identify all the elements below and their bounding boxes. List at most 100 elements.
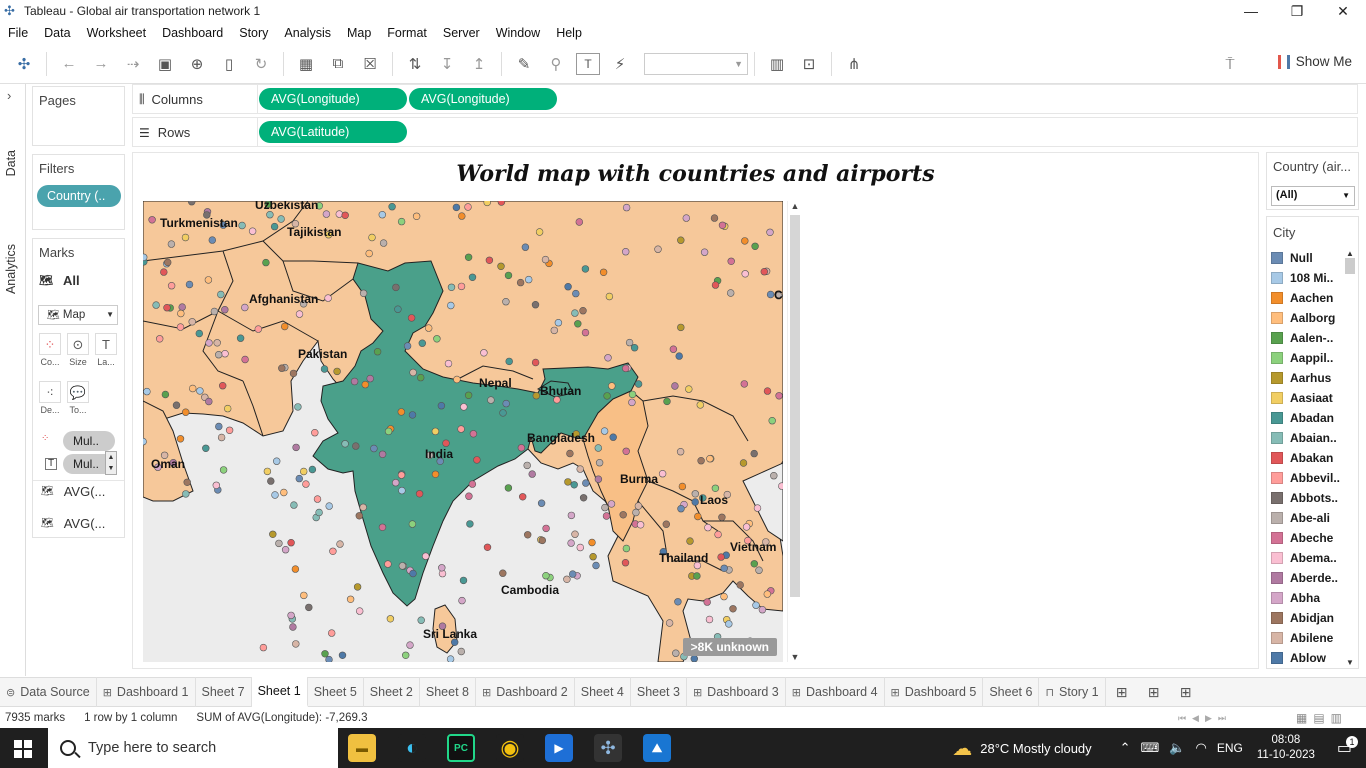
- scroll-up-icon[interactable]: ▲: [1344, 249, 1356, 258]
- airport-dot[interactable]: [654, 245, 662, 253]
- airport-dot[interactable]: [392, 283, 400, 292]
- marks-layer-2[interactable]: 🗺 AVG(...: [41, 516, 105, 531]
- color-field-pill[interactable]: Mul..: [63, 431, 115, 451]
- airport-dot[interactable]: [487, 396, 495, 404]
- new-dashboard-icon[interactable]: ⊞: [1138, 684, 1170, 701]
- airport-dot[interactable]: [582, 479, 590, 487]
- airport-dot[interactable]: [188, 318, 196, 326]
- airport-dot[interactable]: [378, 210, 387, 219]
- airport-dot[interactable]: [727, 257, 735, 265]
- airport-dot[interactable]: [406, 641, 414, 649]
- airport-dot[interactable]: [431, 470, 440, 478]
- airport-dot[interactable]: [685, 385, 693, 393]
- airport-dot[interactable]: [458, 212, 466, 220]
- airport-dot[interactable]: [671, 382, 679, 390]
- sheet-nav-arrows-icon[interactable]: ⏮◀▶⏭: [1178, 713, 1232, 724]
- sheet-tab[interactable]: Sheet 2: [364, 677, 420, 707]
- airport-dot[interactable]: [755, 566, 763, 574]
- airport-dot[interactable]: [266, 210, 274, 219]
- airport-dot[interactable]: [163, 303, 171, 312]
- airport-dot[interactable]: [394, 305, 402, 313]
- airport-dot[interactable]: [678, 482, 687, 491]
- airport-dot[interactable]: [378, 450, 387, 459]
- legend-scroll-thumb[interactable]: [1345, 258, 1355, 274]
- menu-story[interactable]: Story: [231, 26, 276, 40]
- columns-pill-longitude-1[interactable]: AVG(Longitude): [259, 88, 407, 110]
- airport-dot[interactable]: [214, 351, 223, 359]
- menu-analysis[interactable]: Analysis: [276, 26, 339, 40]
- sort-descending-icon[interactable]: ↥: [467, 50, 491, 78]
- airport-dot[interactable]: [386, 615, 395, 623]
- sheet-tab[interactable]: Sheet 1: [251, 677, 308, 707]
- airport-dot[interactable]: [542, 572, 550, 580]
- airport-dot[interactable]: [499, 409, 507, 417]
- airport-dot[interactable]: [442, 439, 450, 447]
- airport-dot[interactable]: [750, 560, 758, 568]
- airport-dot[interactable]: [480, 349, 488, 357]
- highlight-icon[interactable]: ✎: [512, 50, 536, 78]
- airport-dot[interactable]: [291, 565, 300, 573]
- airport-dot[interactable]: [739, 459, 748, 467]
- airport-dot[interactable]: [182, 490, 190, 498]
- airport-dot[interactable]: [504, 271, 513, 280]
- marks-scrollbar[interactable]: ▲ ▼: [105, 451, 117, 475]
- airport-dot[interactable]: [213, 339, 221, 347]
- redo-icon[interactable]: →: [89, 50, 113, 78]
- wifi-icon[interactable]: ◠: [1196, 740, 1207, 756]
- menu-data[interactable]: Data: [36, 26, 78, 40]
- airport-dot[interactable]: [156, 335, 164, 343]
- airport-dot[interactable]: [167, 240, 176, 248]
- airport-dot[interactable]: [458, 596, 466, 605]
- new-datasource-icon[interactable]: ⊕: [185, 50, 209, 78]
- airport-dot[interactable]: [248, 227, 257, 235]
- share-icon[interactable]: ⋔: [842, 50, 866, 78]
- airport-dot[interactable]: [622, 364, 630, 373]
- airport-dot[interactable]: [519, 493, 527, 501]
- airport-dot[interactable]: [164, 258, 172, 267]
- airport-dot[interactable]: [223, 404, 232, 413]
- airport-dot[interactable]: [294, 403, 302, 411]
- airport-dot[interactable]: [718, 221, 727, 229]
- sheet-tab[interactable]: Sheet 4: [575, 677, 631, 707]
- undo-icon[interactable]: ←: [57, 50, 81, 78]
- airport-dot[interactable]: [753, 504, 762, 512]
- mark-type-dropdown[interactable]: 🗺 Map ▼: [38, 305, 118, 325]
- airport-dot[interactable]: [607, 500, 616, 508]
- airport-dot[interactable]: [202, 444, 210, 453]
- airport-dot[interactable]: [538, 536, 546, 545]
- airport-dot[interactable]: [221, 305, 229, 314]
- airport-dot[interactable]: [388, 202, 396, 211]
- airport-dot[interactable]: [322, 210, 331, 218]
- airport-dot[interactable]: [720, 564, 728, 572]
- airport-dot[interactable]: [770, 472, 778, 480]
- airport-dot[interactable]: [570, 481, 578, 489]
- airport-dot[interactable]: [609, 433, 617, 441]
- airport-dot[interactable]: [499, 569, 507, 577]
- airport-dot[interactable]: [238, 221, 246, 230]
- airport-dot[interactable]: [485, 256, 494, 264]
- airport-dot[interactable]: [183, 478, 191, 486]
- airport-dot[interactable]: [468, 273, 477, 282]
- airport-dot[interactable]: [636, 521, 645, 529]
- airport-dot[interactable]: [725, 620, 733, 628]
- airport-dot[interactable]: [328, 629, 336, 637]
- airport-dot[interactable]: [398, 562, 407, 570]
- menu-format[interactable]: Format: [379, 26, 435, 40]
- airport-dot[interactable]: [215, 422, 223, 431]
- airport-dot[interactable]: [403, 342, 412, 350]
- airport-dot[interactable]: [554, 318, 563, 327]
- language-indicator[interactable]: ENG: [1217, 741, 1243, 755]
- restore-button[interactable]: ❐: [1274, 0, 1320, 22]
- chevron-up-icon[interactable]: ⌃: [1120, 740, 1131, 756]
- airport-dot[interactable]: [589, 553, 597, 561]
- refresh-icon[interactable]: ↻: [249, 50, 273, 78]
- airport-dot[interactable]: [218, 382, 227, 390]
- airport-dot[interactable]: [741, 237, 749, 245]
- airport-dot[interactable]: [447, 301, 455, 310]
- airport-dot[interactable]: [457, 425, 465, 433]
- airport-dot[interactable]: [350, 377, 359, 386]
- sheet-tab[interactable]: Sheet 8: [420, 677, 476, 707]
- airport-dot[interactable]: [588, 538, 596, 547]
- airport-dot[interactable]: [329, 547, 337, 555]
- airport-dot[interactable]: [281, 322, 289, 331]
